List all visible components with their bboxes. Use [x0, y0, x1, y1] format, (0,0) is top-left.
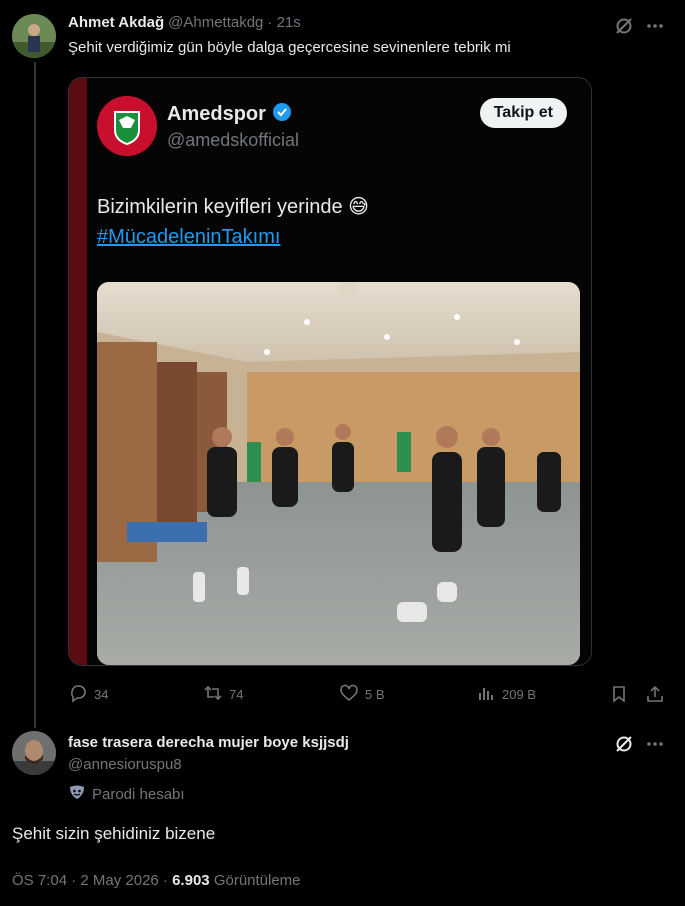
author-name[interactable]: Ahmet Akdağ — [68, 14, 164, 31]
amedspor-logo — [97, 96, 157, 156]
bookmark-icon[interactable] — [608, 683, 630, 705]
reply-count: 34 — [94, 687, 109, 702]
like-icon — [339, 683, 359, 706]
timestamp[interactable]: · 21s — [267, 14, 300, 31]
tweet-text: Şehit sizin şehidiniz bizene — [12, 824, 216, 843]
thread-line — [34, 62, 36, 728]
tweet-timestamp[interactable]: ÖS 7:04 · 2 May 2026 · — [12, 872, 168, 889]
follow-button: Takip et — [479, 98, 567, 128]
parody-label: Parodi hesabı — [92, 786, 185, 803]
reply-icon — [68, 683, 88, 706]
more-icon[interactable] — [644, 15, 666, 37]
avatar[interactable] — [12, 731, 56, 775]
share-icon[interactable] — [644, 683, 666, 705]
author-handle[interactable]: @Ahmettakdg — [168, 14, 263, 31]
grok-icon[interactable] — [613, 733, 635, 755]
like-count: 5 B — [365, 687, 385, 702]
embedded-hashtag: #MücadeleninTakımı — [97, 226, 281, 248]
parody-mask-icon — [68, 783, 86, 806]
embedded-text: Bizimkilerin keyifleri yerinde 😅 — [97, 196, 370, 218]
reply-action[interactable]: 34 — [68, 683, 108, 706]
card-stripe — [69, 78, 87, 665]
author-handle[interactable]: @annesioruspu8 — [68, 756, 182, 773]
views-action[interactable]: 209 B — [476, 683, 536, 706]
repost-action[interactable]: 74 — [203, 683, 243, 706]
like-action[interactable]: 5 B — [339, 683, 385, 706]
embedded-author-name: Amedspor — [167, 103, 266, 125]
verified-icon — [272, 102, 292, 127]
view-count: 6.903 — [172, 872, 210, 889]
views-icon — [476, 683, 496, 706]
views-count: 209 B — [502, 687, 536, 702]
embedded-handle: @amedskofficial — [167, 130, 299, 150]
author-name[interactable]: fase trasera derecha mujer boye ksjjsdj — [68, 734, 349, 751]
embedded-media[interactable]: Amedspor @amedskofficial Takip et Bizimk… — [68, 77, 592, 666]
repost-icon — [203, 683, 223, 706]
repost-count: 74 — [229, 687, 244, 702]
tweet-text: Şehit verdiğimiz gün böyle dalga geçerce… — [68, 39, 511, 56]
view-label: Görüntüleme — [213, 872, 301, 889]
more-icon[interactable] — [644, 733, 666, 755]
avatar[interactable] — [12, 14, 56, 58]
grok-icon[interactable] — [613, 15, 635, 37]
video-frame — [97, 282, 580, 665]
